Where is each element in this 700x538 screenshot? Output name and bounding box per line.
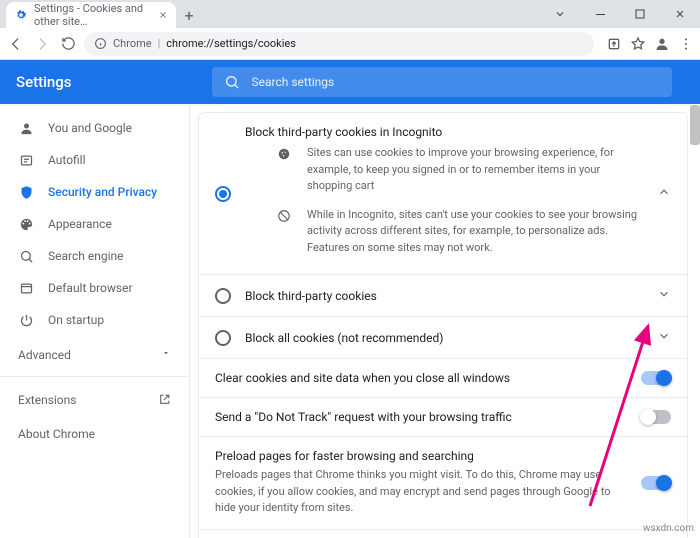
url-path: chrome://settings/cookies bbox=[166, 37, 296, 50]
forward-icon[interactable] bbox=[32, 34, 52, 54]
palette-icon bbox=[18, 216, 34, 232]
profile-icon[interactable] bbox=[654, 36, 670, 52]
radio-off-icon bbox=[215, 330, 231, 346]
scrollbar[interactable] bbox=[690, 105, 700, 145]
radio-on-icon bbox=[215, 186, 231, 202]
external-link-icon bbox=[158, 393, 171, 406]
toggle-on-icon[interactable] bbox=[641, 476, 671, 490]
share-icon[interactable] bbox=[606, 36, 622, 52]
sidebar-item-appearance[interactable]: Appearance bbox=[0, 208, 189, 240]
sidebar-item-default-browser[interactable]: Default browser bbox=[0, 272, 189, 304]
search-icon bbox=[224, 74, 240, 90]
radio-block-third-party[interactable]: Block third-party cookies bbox=[199, 274, 687, 316]
radio-block-incognito[interactable]: Block third-party cookies in Incognito S… bbox=[199, 113, 687, 274]
browser-toolbar: Chrome | chrome://settings/cookies bbox=[0, 28, 700, 60]
settings-header: Settings bbox=[0, 60, 700, 104]
link-see-all-cookies[interactable]: See all cookies and site data bbox=[199, 529, 687, 538]
toggle-off-icon[interactable] bbox=[641, 410, 671, 424]
reload-icon[interactable] bbox=[58, 34, 78, 54]
browser-icon bbox=[18, 280, 34, 296]
sidebar-item-security-privacy[interactable]: Security and Privacy bbox=[0, 176, 189, 208]
chevron-up-icon bbox=[657, 185, 671, 202]
page-title: Settings bbox=[16, 73, 72, 91]
maximize-icon[interactable] bbox=[620, 0, 660, 28]
window-controls bbox=[540, 0, 700, 28]
chevron-down-icon[interactable] bbox=[540, 0, 580, 28]
radio-block-all[interactable]: Block all cookies (not recommended) bbox=[199, 316, 687, 358]
sidebar-item-you-and-google[interactable]: You and Google bbox=[0, 112, 189, 144]
new-tab-button[interactable]: + bbox=[176, 2, 202, 28]
shield-icon bbox=[18, 184, 34, 200]
tab-title: Settings - Cookies and other site… bbox=[34, 2, 152, 28]
url-host: Chrome bbox=[113, 37, 152, 50]
block-icon bbox=[277, 209, 293, 257]
toggle-do-not-track[interactable]: Send a "Do Not Track" request with your … bbox=[199, 397, 687, 436]
sidebar-extensions[interactable]: Extensions bbox=[0, 383, 189, 417]
cookie-icon bbox=[277, 147, 293, 195]
window-titlebar: Settings - Cookies and other site… + bbox=[0, 0, 700, 28]
person-icon bbox=[18, 120, 34, 136]
search-input[interactable] bbox=[252, 75, 660, 89]
sidebar-item-autofill[interactable]: Autofill bbox=[0, 144, 189, 176]
close-icon[interactable] bbox=[158, 10, 168, 20]
chevron-down-icon bbox=[657, 329, 671, 346]
back-icon[interactable] bbox=[6, 34, 26, 54]
sidebar-item-search-engine[interactable]: Search engine bbox=[0, 240, 189, 272]
autofill-icon bbox=[18, 152, 34, 168]
settings-sidebar: You and Google Autofill Security and Pri… bbox=[0, 104, 190, 538]
toggle-preload[interactable]: Preload pages for faster browsing and se… bbox=[199, 436, 687, 529]
star-icon[interactable] bbox=[630, 36, 646, 52]
gear-icon bbox=[14, 8, 28, 22]
caret-down-icon bbox=[161, 348, 171, 358]
sidebar-advanced[interactable]: Advanced bbox=[0, 336, 189, 370]
watermark: wsxdn.com bbox=[643, 523, 694, 534]
settings-main: Block third-party cookies in Incognito S… bbox=[190, 104, 700, 538]
toggle-clear-on-close[interactable]: Clear cookies and site data when you clo… bbox=[199, 358, 687, 397]
radio-off-icon bbox=[215, 288, 231, 304]
info-icon bbox=[94, 37, 107, 50]
browser-tab[interactable]: Settings - Cookies and other site… bbox=[6, 2, 176, 28]
power-icon bbox=[18, 312, 34, 328]
minimize-icon[interactable] bbox=[580, 0, 620, 28]
search-icon bbox=[18, 248, 34, 264]
chevron-down-icon bbox=[657, 287, 671, 304]
sidebar-item-on-startup[interactable]: On startup bbox=[0, 304, 189, 336]
sidebar-about[interactable]: About Chrome bbox=[0, 417, 189, 451]
menu-icon[interactable] bbox=[678, 36, 694, 52]
toggle-on-icon[interactable] bbox=[641, 371, 671, 385]
close-window-icon[interactable] bbox=[660, 0, 700, 28]
settings-search[interactable] bbox=[212, 67, 672, 97]
address-bar[interactable]: Chrome | chrome://settings/cookies bbox=[84, 32, 594, 56]
